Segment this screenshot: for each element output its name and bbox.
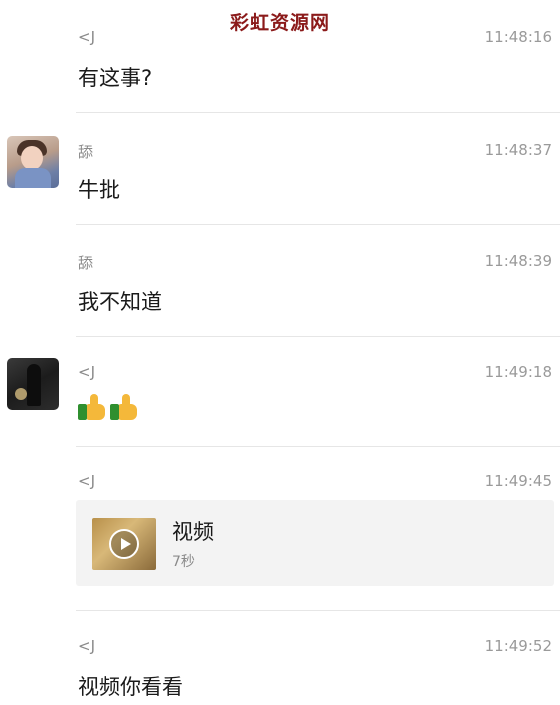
emoji-row bbox=[78, 394, 138, 420]
message-text: 视频你看看 bbox=[78, 675, 183, 699]
divider bbox=[76, 224, 560, 225]
avatar[interactable] bbox=[7, 136, 59, 188]
message-time: 11:49:45 bbox=[484, 472, 552, 490]
thumbs-up-icon bbox=[110, 394, 138, 420]
avatar-figure bbox=[27, 364, 41, 406]
play-icon[interactable] bbox=[109, 529, 139, 559]
video-duration: 7秒 bbox=[172, 554, 195, 570]
video-card[interactable]: 视频 7秒 bbox=[76, 500, 554, 586]
message-time: 11:49:52 bbox=[484, 637, 552, 655]
video-thumbnail[interactable] bbox=[92, 518, 156, 570]
video-title: 视频 bbox=[172, 520, 214, 544]
sender-name: 舔 bbox=[78, 143, 94, 161]
watermark: 彩虹资源网 bbox=[229, 12, 330, 34]
sender-name: <J bbox=[78, 363, 95, 381]
message-time: 11:48:37 bbox=[484, 141, 552, 159]
message-text: 有这事? bbox=[78, 66, 153, 90]
message-time: 11:49:18 bbox=[484, 363, 552, 381]
divider bbox=[76, 336, 560, 337]
message-time: 11:48:39 bbox=[484, 252, 552, 270]
message-text: 牛批 bbox=[78, 178, 120, 202]
avatar[interactable] bbox=[7, 358, 59, 410]
avatar-body bbox=[15, 168, 51, 188]
thumbs-up-icon bbox=[78, 394, 106, 420]
divider bbox=[76, 610, 560, 611]
divider bbox=[76, 112, 560, 113]
sender-name: <J bbox=[78, 637, 95, 655]
sender-name: <J bbox=[78, 472, 95, 490]
sender-name: 舔 bbox=[78, 254, 94, 272]
avatar-flower bbox=[15, 388, 27, 400]
divider bbox=[76, 446, 560, 447]
avatar-face bbox=[21, 146, 43, 170]
message-text: 我不知道 bbox=[78, 290, 162, 314]
